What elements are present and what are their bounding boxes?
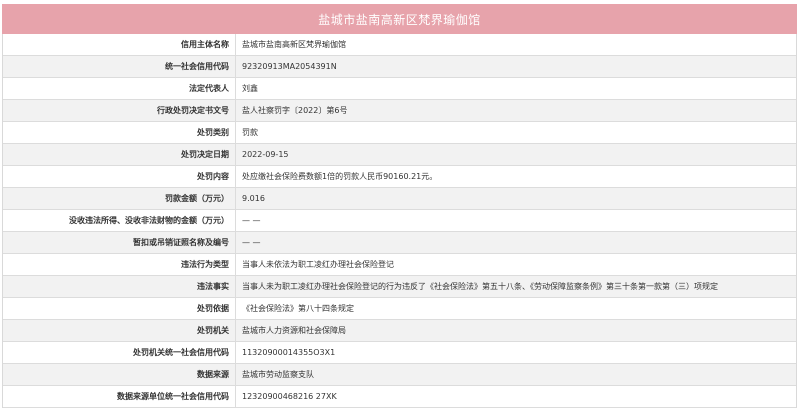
field-value: 《社会保险法》第八十四条规定 <box>242 304 354 313</box>
table-row: 没收违法所得、没收非法财物的金额（万元） — — <box>3 210 796 232</box>
page-title: 盐城市盐南高新区梵界瑜伽馆 <box>2 4 797 34</box>
table-row: 处罚机关 盐城市人力资源和社会保障局 <box>3 320 796 342</box>
table-row: 法定代表人 刘鑫 <box>3 78 796 100</box>
field-label: 信用主体名称 <box>3 34 236 55</box>
table-row: 违法行为类型 当事人未依法为职工凌红办理社会保险登记 <box>3 254 796 276</box>
field-label: 数据来源 <box>3 364 236 385</box>
table-row: 处罚决定日期 2022-09-15 <box>3 144 796 166</box>
field-value: 盐城市人力资源和社会保障局 <box>242 326 346 335</box>
field-label: 法定代表人 <box>3 78 236 99</box>
table-row: 暂扣或吊销证照名称及编号 — — <box>3 232 796 254</box>
field-value: 盐城市劳动监察支队 <box>242 370 314 379</box>
table-row: 处罚内容 处应缴社会保险费数额1倍的罚款人民币90160.21元。 <box>3 166 796 188</box>
field-label: 罚款金额（万元） <box>3 188 236 209</box>
field-value: 处应缴社会保险费数额1倍的罚款人民币90160.21元。 <box>242 172 438 181</box>
field-value: 92320913MA2054391N <box>242 62 337 71</box>
field-label: 违法行为类型 <box>3 254 236 275</box>
table-row: 处罚依据 《社会保险法》第八十四条规定 <box>3 298 796 320</box>
field-label: 处罚机关统一社会信用代码 <box>3 342 236 363</box>
field-value: — — <box>242 238 261 247</box>
field-value: 当事人未依法为职工凌红办理社会保险登记 <box>242 260 394 269</box>
field-label: 没收违法所得、没收非法财物的金额（万元） <box>3 210 236 231</box>
table-row: 统一社会信用代码 92320913MA2054391N <box>3 56 796 78</box>
field-value: — — <box>242 216 261 225</box>
field-value: 罚款 <box>242 128 258 137</box>
field-label: 处罚机关 <box>3 320 236 341</box>
field-value: 12320900468216 27XK <box>242 392 337 401</box>
field-value: 盐人社察罚字〔2022〕第6号 <box>242 106 348 115</box>
table-row: 处罚机关统一社会信用代码 11320900014355O3X1 <box>3 342 796 364</box>
record-page: 盐城市盐南高新区梵界瑜伽馆 信用主体名称 盐城市盐南高新区梵界瑜伽馆 统一社会信… <box>0 0 799 408</box>
table-row: 违法事实 当事人未为职工凌红办理社会保险登记的行为违反了《社会保险法》第五十八条… <box>3 276 796 298</box>
table-row: 罚款金额（万元） 9.016 <box>3 188 796 210</box>
table-row: 数据来源 盐城市劳动监察支队 <box>3 364 796 386</box>
field-value: 11320900014355O3X1 <box>242 348 336 357</box>
field-value: 9.016 <box>242 194 265 203</box>
table-row: 行政处罚决定书文号 盐人社察罚字〔2022〕第6号 <box>3 100 796 122</box>
field-label: 行政处罚决定书文号 <box>3 100 236 121</box>
field-value: 当事人未为职工凌红办理社会保险登记的行为违反了《社会保险法》第五十八条、《劳动保… <box>242 282 718 291</box>
field-label: 统一社会信用代码 <box>3 56 236 77</box>
table-row: 信用主体名称 盐城市盐南高新区梵界瑜伽馆 <box>3 34 796 56</box>
field-value: 刘鑫 <box>242 84 258 93</box>
field-label: 处罚依据 <box>3 298 236 319</box>
table-row: 处罚类别 罚款 <box>3 122 796 144</box>
field-label: 处罚类别 <box>3 122 236 143</box>
field-value: 盐城市盐南高新区梵界瑜伽馆 <box>242 40 346 49</box>
field-label: 处罚决定日期 <box>3 144 236 165</box>
field-label: 处罚内容 <box>3 166 236 187</box>
field-value: 2022-09-15 <box>242 150 289 159</box>
table-row: 数据来源单位统一社会信用代码 12320900468216 27XK <box>3 386 796 408</box>
field-label: 违法事实 <box>3 276 236 297</box>
record-table: 信用主体名称 盐城市盐南高新区梵界瑜伽馆 统一社会信用代码 92320913MA… <box>2 34 797 408</box>
field-label: 数据来源单位统一社会信用代码 <box>3 386 236 407</box>
field-label: 暂扣或吊销证照名称及编号 <box>3 232 236 253</box>
